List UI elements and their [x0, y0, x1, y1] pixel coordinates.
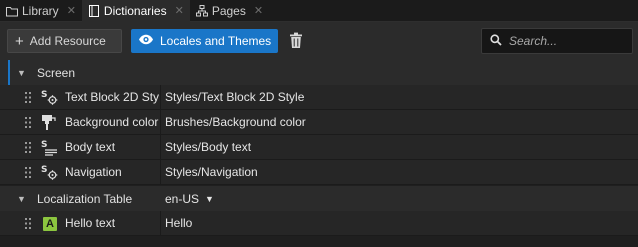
tab-library[interactable]: Library ✕ — [0, 0, 82, 22]
resource-name: Body text — [65, 140, 116, 154]
add-resource-label: Add Resource — [29, 34, 106, 48]
close-icon[interactable]: ✕ — [175, 5, 184, 17]
tab-bar: Library ✕ Dictionaries ✕ Pages ✕ — [0, 0, 638, 22]
resource-list: ▼ Screen S Text Block 2D Style Styles/Te… — [0, 60, 638, 247]
resource-value[interactable]: Styles/Navigation — [165, 160, 258, 185]
locales-and-themes-label: Locales and Themes — [160, 34, 272, 48]
plus-icon: + — [15, 32, 24, 50]
selection-accent — [8, 60, 10, 85]
resource-value[interactable]: Hello — [165, 211, 192, 236]
list-item[interactable]: S Text Block 2D Style Styles/Text Block … — [0, 85, 638, 110]
column-divider — [160, 160, 161, 185]
drag-handle-icon[interactable] — [25, 142, 31, 153]
resource-value[interactable]: Styles/Body text — [165, 135, 251, 160]
tab-pages[interactable]: Pages ✕ — [190, 0, 269, 22]
group-label: Screen — [37, 65, 76, 80]
drag-handle-icon[interactable] — [25, 218, 31, 229]
eye-icon — [138, 34, 154, 48]
caret-down-icon[interactable]: ▼ — [17, 68, 27, 78]
group-header-localization-table[interactable]: ▼ Localization Table en-US ▼ — [0, 186, 638, 211]
text-icon: A — [41, 215, 59, 232]
search-icon — [490, 33, 502, 49]
locales-and-themes-button[interactable]: Locales and Themes — [131, 29, 278, 53]
locale-dropdown[interactable]: en-US ▼ — [165, 186, 214, 211]
resource-value[interactable]: Brushes/Background color — [165, 110, 306, 135]
column-divider — [160, 110, 161, 135]
resource-name: Text Block 2D Style — [65, 90, 159, 104]
tree-icon — [195, 5, 208, 17]
drag-handle-icon[interactable] — [25, 167, 31, 178]
column-divider — [160, 211, 161, 236]
tab-label: Pages — [211, 4, 246, 18]
drag-handle-icon[interactable] — [25, 92, 31, 103]
list-item[interactable]: S Body text Styles/Body text — [0, 135, 638, 160]
column-divider — [160, 135, 161, 160]
locale-value: en-US — [165, 191, 200, 206]
drag-handle-icon[interactable] — [25, 117, 31, 128]
chevron-down-icon: ▼ — [205, 193, 214, 204]
resource-name: Hello text — [65, 216, 116, 230]
close-icon[interactable]: ✕ — [254, 5, 263, 17]
resource-value[interactable]: Styles/Text Block 2D Style — [165, 85, 304, 110]
resource-name: Background color — [65, 115, 159, 129]
close-icon[interactable]: ✕ — [67, 5, 76, 17]
group-label: Localization Table — [37, 191, 133, 206]
column-divider — [160, 85, 161, 110]
toolbar: + Add Resource Locales and Themes — [0, 22, 638, 60]
tab-dictionaries[interactable]: Dictionaries ✕ — [81, 0, 190, 22]
tab-label: Library — [22, 4, 59, 18]
resource-name: Navigation — [65, 165, 122, 179]
svg-text:S: S — [41, 90, 47, 100]
svg-text:S: S — [41, 140, 47, 150]
search-box[interactable] — [481, 28, 633, 54]
style-icon: S — [41, 89, 59, 106]
style-icon: S — [41, 139, 59, 156]
trash-icon[interactable] — [289, 32, 303, 49]
book-icon — [88, 5, 100, 17]
text-badge: A — [43, 216, 57, 231]
folder-icon — [6, 5, 18, 17]
list-item[interactable]: S Navigation Styles/Navigation — [0, 160, 638, 185]
brush-icon — [41, 114, 59, 131]
add-resource-button[interactable]: + Add Resource — [7, 29, 122, 53]
list-item[interactable]: A Hello text Hello — [0, 211, 638, 236]
caret-down-icon[interactable]: ▼ — [17, 194, 27, 204]
tab-label: Dictionaries — [103, 4, 167, 18]
group-header-screen[interactable]: ▼ Screen — [0, 60, 638, 85]
style-icon: S — [41, 164, 59, 181]
list-item[interactable]: Background color Brushes/Background colo… — [0, 110, 638, 135]
search-input[interactable] — [509, 34, 619, 48]
svg-text:S: S — [41, 165, 47, 175]
